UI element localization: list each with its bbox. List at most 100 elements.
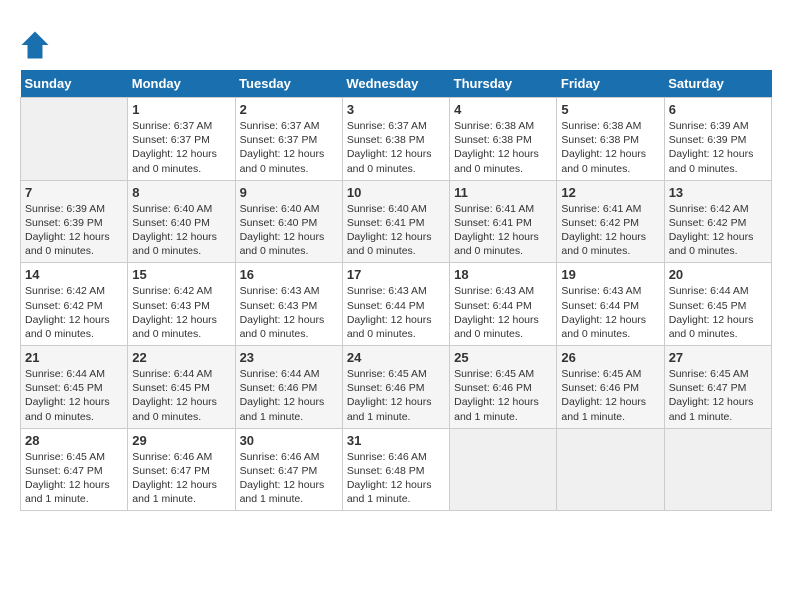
day-info: Sunrise: 6:46 AM Sunset: 6:47 PM Dayligh… — [240, 450, 338, 507]
day-info: Sunrise: 6:44 AM Sunset: 6:45 PM Dayligh… — [132, 367, 230, 424]
calendar-cell: 6 Sunrise: 6:39 AM Sunset: 6:39 PM Daylig… — [664, 98, 771, 181]
calendar-cell: 18 Sunrise: 6:43 AM Sunset: 6:44 PM Dayli… — [450, 263, 557, 346]
calendar-cell: 26Sunrise: 6:45 AM Sunset: 6:46 PM Dayli… — [557, 346, 664, 429]
day-number: 9 — [240, 185, 338, 200]
calendar-header-sunday: Sunday — [21, 70, 128, 98]
calendar-week-row: 21 Sunrise: 6:44 AM Sunset: 6:45 PM Dayli… — [21, 346, 772, 429]
calendar-week-row: 14 Sunrise: 6:42 AM Sunset: 6:42 PM Dayli… — [21, 263, 772, 346]
day-number: 1 — [132, 102, 230, 117]
day-info: Sunrise: 6:45 AM Sunset: 6:46 PM Dayligh… — [454, 367, 552, 424]
calendar-header-friday: Friday — [557, 70, 664, 98]
day-info: Sunrise: 6:43 AM Sunset: 6:44 PM Dayligh… — [561, 284, 659, 341]
calendar-cell: 23 Sunrise: 6:44 AM Sunset: 6:46 PM Dayli… — [235, 346, 342, 429]
calendar-header-saturday: Saturday — [664, 70, 771, 98]
day-number: 8 — [132, 185, 230, 200]
day-number: 2 — [240, 102, 338, 117]
calendar-header-row: SundayMondayTuesdayWednesdayThursdayFrid… — [21, 70, 772, 98]
day-info: Sunrise: 6:41 AM Sunset: 6:41 PM Dayligh… — [454, 202, 552, 259]
calendar-cell: 21 Sunrise: 6:44 AM Sunset: 6:45 PM Dayli… — [21, 346, 128, 429]
day-number: 13 — [669, 185, 767, 200]
calendar-cell — [664, 428, 771, 511]
day-number: 23 — [240, 350, 338, 365]
day-number: 6 — [669, 102, 767, 117]
calendar-cell: 20 Sunrise: 6:44 AM Sunset: 6:45 PM Dayli… — [664, 263, 771, 346]
day-info: Sunrise: 6:44 AM Sunset: 6:46 PM Dayligh… — [240, 367, 338, 424]
day-number: 15 — [132, 267, 230, 282]
calendar-cell: 22 Sunrise: 6:44 AM Sunset: 6:45 PM Dayli… — [128, 346, 235, 429]
logo-icon — [20, 30, 50, 60]
day-number: 12 — [561, 185, 659, 200]
day-info: Sunrise: 6:44 AM Sunset: 6:45 PM Dayligh… — [25, 367, 123, 424]
day-info: Sunrise: 6:39 AM Sunset: 6:39 PM Dayligh… — [25, 202, 123, 259]
day-number: 7 — [25, 185, 123, 200]
calendar-cell: 14 Sunrise: 6:42 AM Sunset: 6:42 PM Dayli… — [21, 263, 128, 346]
calendar-cell: 3Sunrise: 6:37 AM Sunset: 6:38 PM Daylig… — [342, 98, 449, 181]
calendar-cell: 8 Sunrise: 6:40 AM Sunset: 6:40 PM Daylig… — [128, 180, 235, 263]
calendar-cell: 24 Sunrise: 6:45 AM Sunset: 6:46 PM Dayli… — [342, 346, 449, 429]
calendar-cell: 11 Sunrise: 6:41 AM Sunset: 6:41 PM Dayli… — [450, 180, 557, 263]
day-info: Sunrise: 6:38 AM Sunset: 6:38 PM Dayligh… — [561, 119, 659, 176]
day-info: Sunrise: 6:42 AM Sunset: 6:42 PM Dayligh… — [669, 202, 767, 259]
day-number: 14 — [25, 267, 123, 282]
day-number: 21 — [25, 350, 123, 365]
calendar-cell: 25 Sunrise: 6:45 AM Sunset: 6:46 PM Dayli… — [450, 346, 557, 429]
calendar-cell: 30 Sunrise: 6:46 AM Sunset: 6:47 PM Dayli… — [235, 428, 342, 511]
day-info: Sunrise: 6:44 AM Sunset: 6:45 PM Dayligh… — [669, 284, 767, 341]
calendar-header-tuesday: Tuesday — [235, 70, 342, 98]
day-info: Sunrise: 6:38 AM Sunset: 6:38 PM Dayligh… — [454, 119, 552, 176]
calendar-cell: 17Sunrise: 6:43 AM Sunset: 6:44 PM Dayli… — [342, 263, 449, 346]
day-number: 10 — [347, 185, 445, 200]
calendar-cell: 29Sunrise: 6:46 AM Sunset: 6:47 PM Dayli… — [128, 428, 235, 511]
day-info: Sunrise: 6:43 AM Sunset: 6:43 PM Dayligh… — [240, 284, 338, 341]
calendar-cell: 4 Sunrise: 6:38 AM Sunset: 6:38 PM Daylig… — [450, 98, 557, 181]
day-number: 11 — [454, 185, 552, 200]
calendar-cell: 31Sunrise: 6:46 AM Sunset: 6:48 PM Dayli… — [342, 428, 449, 511]
calendar-cell: 12 Sunrise: 6:41 AM Sunset: 6:42 PM Dayli… — [557, 180, 664, 263]
day-info: Sunrise: 6:40 AM Sunset: 6:41 PM Dayligh… — [347, 202, 445, 259]
day-info: Sunrise: 6:45 AM Sunset: 6:47 PM Dayligh… — [669, 367, 767, 424]
calendar-cell: 27 Sunrise: 6:45 AM Sunset: 6:47 PM Dayli… — [664, 346, 771, 429]
day-number: 28 — [25, 433, 123, 448]
day-info: Sunrise: 6:42 AM Sunset: 6:42 PM Dayligh… — [25, 284, 123, 341]
day-info: Sunrise: 6:45 AM Sunset: 6:46 PM Dayligh… — [347, 367, 445, 424]
calendar-week-row: 1 Sunrise: 6:37 AM Sunset: 6:37 PM Daylig… — [21, 98, 772, 181]
calendar-cell: 5 Sunrise: 6:38 AM Sunset: 6:38 PM Daylig… — [557, 98, 664, 181]
calendar-header-thursday: Thursday — [450, 70, 557, 98]
calendar-cell: 7 Sunrise: 6:39 AM Sunset: 6:39 PM Daylig… — [21, 180, 128, 263]
calendar-cell: 2 Sunrise: 6:37 AM Sunset: 6:37 PM Daylig… — [235, 98, 342, 181]
calendar-cell: 15 Sunrise: 6:42 AM Sunset: 6:43 PM Dayli… — [128, 263, 235, 346]
day-number: 3 — [347, 102, 445, 117]
day-number: 4 — [454, 102, 552, 117]
calendar-cell — [21, 98, 128, 181]
day-info: Sunrise: 6:41 AM Sunset: 6:42 PM Dayligh… — [561, 202, 659, 259]
day-info: Sunrise: 6:40 AM Sunset: 6:40 PM Dayligh… — [132, 202, 230, 259]
day-number: 18 — [454, 267, 552, 282]
day-number: 20 — [669, 267, 767, 282]
day-info: Sunrise: 6:37 AM Sunset: 6:37 PM Dayligh… — [240, 119, 338, 176]
day-number: 24 — [347, 350, 445, 365]
calendar-cell: 10 Sunrise: 6:40 AM Sunset: 6:41 PM Dayli… — [342, 180, 449, 263]
calendar-header-wednesday: Wednesday — [342, 70, 449, 98]
day-number: 27 — [669, 350, 767, 365]
day-number: 26 — [561, 350, 659, 365]
day-info: Sunrise: 6:39 AM Sunset: 6:39 PM Dayligh… — [669, 119, 767, 176]
day-info: Sunrise: 6:45 AM Sunset: 6:47 PM Dayligh… — [25, 450, 123, 507]
day-info: Sunrise: 6:43 AM Sunset: 6:44 PM Dayligh… — [454, 284, 552, 341]
day-number: 29 — [132, 433, 230, 448]
day-info: Sunrise: 6:40 AM Sunset: 6:40 PM Dayligh… — [240, 202, 338, 259]
day-info: Sunrise: 6:42 AM Sunset: 6:43 PM Dayligh… — [132, 284, 230, 341]
day-number: 17 — [347, 267, 445, 282]
calendar-week-row: 7 Sunrise: 6:39 AM Sunset: 6:39 PM Daylig… — [21, 180, 772, 263]
calendar-table: SundayMondayTuesdayWednesdayThursdayFrid… — [20, 70, 772, 511]
calendar-cell — [450, 428, 557, 511]
day-info: Sunrise: 6:37 AM Sunset: 6:37 PM Dayligh… — [132, 119, 230, 176]
calendar-cell — [557, 428, 664, 511]
day-number: 5 — [561, 102, 659, 117]
calendar-cell: 28 Sunrise: 6:45 AM Sunset: 6:47 PM Dayli… — [21, 428, 128, 511]
calendar-header-monday: Monday — [128, 70, 235, 98]
day-number: 25 — [454, 350, 552, 365]
day-number: 22 — [132, 350, 230, 365]
calendar-cell: 9 Sunrise: 6:40 AM Sunset: 6:40 PM Daylig… — [235, 180, 342, 263]
calendar-cell: 1 Sunrise: 6:37 AM Sunset: 6:37 PM Daylig… — [128, 98, 235, 181]
day-number: 30 — [240, 433, 338, 448]
